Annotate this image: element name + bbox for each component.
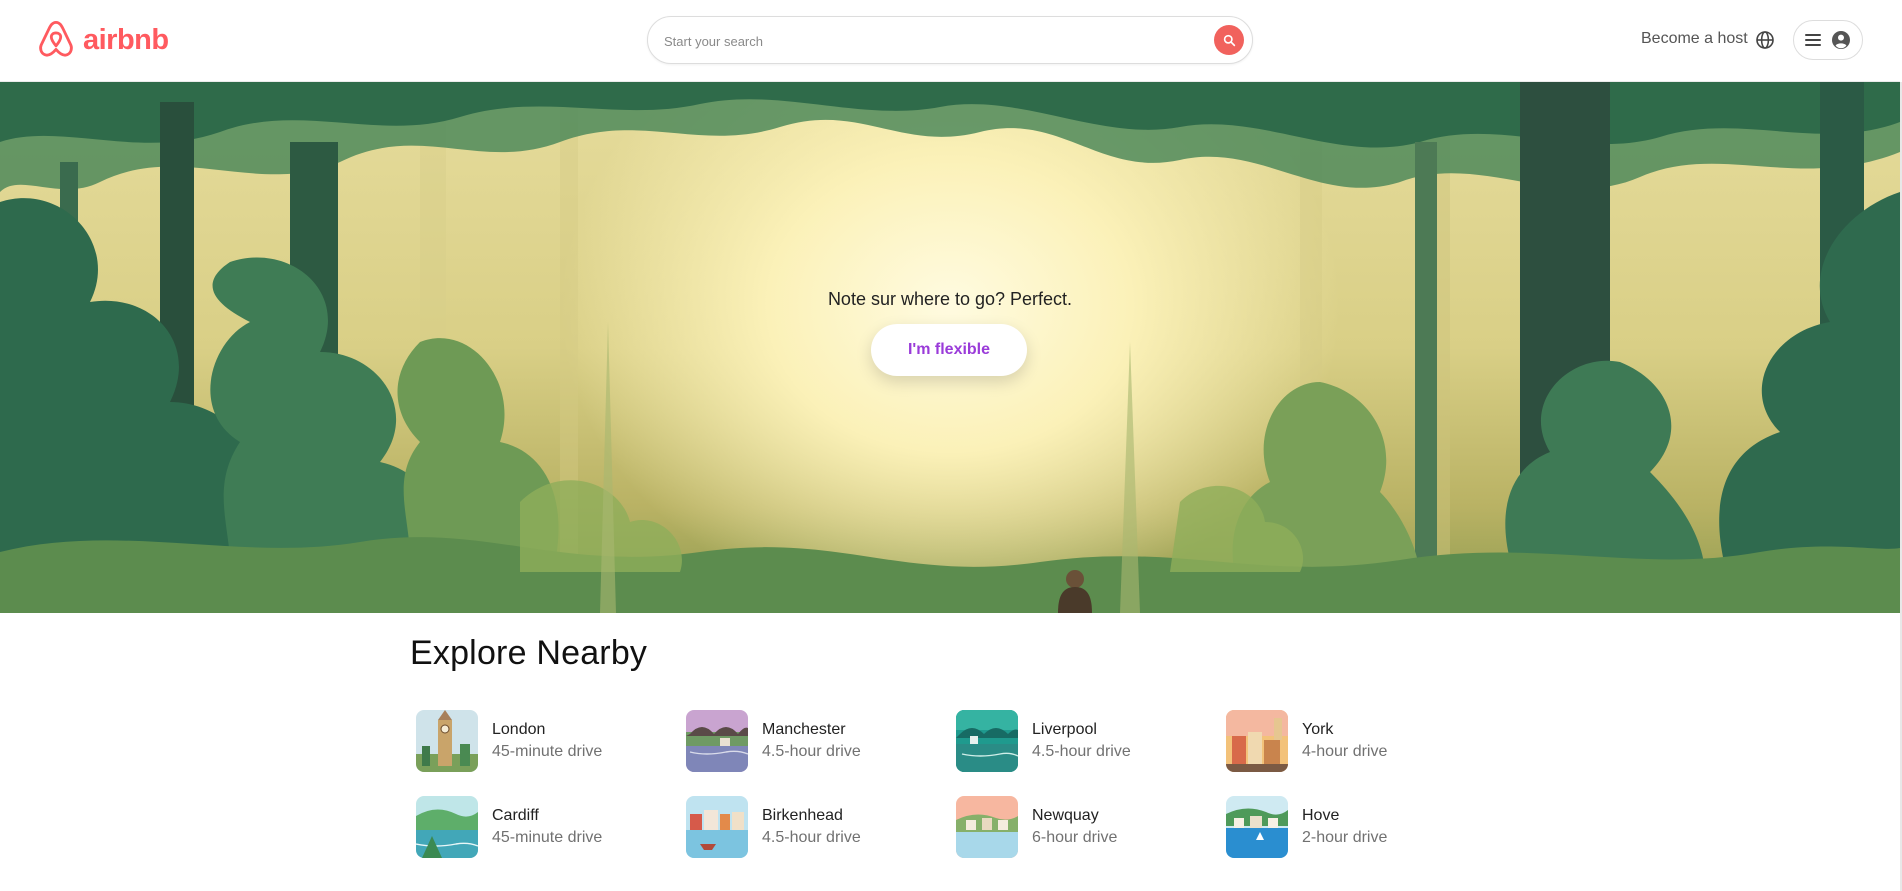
newquay-thumbnail	[956, 796, 1018, 858]
place-card-hove[interactable]: Hove 2-hour drive	[1226, 796, 1466, 858]
place-card-york[interactable]: York 4-hour drive	[1226, 710, 1466, 772]
place-card-manchester[interactable]: Manchester 4.5-hour drive	[686, 710, 926, 772]
hero-banner: Note sur where to go? Perfect. I'm flexi…	[0, 82, 1900, 613]
cardiff-thumbnail	[416, 796, 478, 858]
birkenhead-thumbnail	[686, 796, 748, 858]
language-button[interactable]	[1753, 28, 1777, 52]
place-distance: 4.5-hour drive	[1032, 743, 1131, 760]
search-input[interactable]	[664, 28, 1184, 54]
place-name: Liverpool	[1032, 721, 1097, 738]
airbnb-logo-icon	[39, 20, 73, 57]
place-name: Manchester	[762, 721, 846, 738]
hove-thumbnail	[1226, 796, 1288, 858]
manchester-thumbnail	[686, 710, 748, 772]
hamburger-menu-icon	[1805, 34, 1821, 46]
airbnb-logo[interactable]: airbnb	[37, 20, 169, 60]
place-distance: 2-hour drive	[1302, 829, 1388, 846]
hero-tagline: Note sur where to go? Perfect.	[827, 289, 1073, 309]
place-card-newquay[interactable]: Newquay 6-hour drive	[956, 796, 1196, 858]
place-name: London	[492, 721, 546, 738]
liverpool-thumbnail	[956, 710, 1018, 772]
place-name: Hove	[1302, 807, 1340, 824]
place-card-cardiff[interactable]: Cardiff 45-minute drive	[416, 796, 656, 858]
brand-name: airbnb	[83, 23, 169, 56]
user-avatar-icon	[1832, 31, 1850, 49]
place-distance: 45-minute drive	[492, 743, 603, 760]
search-icon	[1223, 34, 1235, 46]
top-navbar: airbnb Become a host	[0, 0, 1900, 82]
place-name: Cardiff	[492, 807, 539, 824]
search-button[interactable]	[1214, 25, 1244, 55]
place-name: Newquay	[1032, 807, 1099, 824]
place-distance: 45-minute drive	[492, 829, 603, 846]
place-distance: 4.5-hour drive	[762, 743, 861, 760]
profile-menu-button[interactable]	[1793, 20, 1863, 60]
explore-nearby-grid: London 45-minute drive Manchester 4.5-ho…	[416, 710, 1496, 860]
search-bar	[647, 16, 1253, 64]
place-distance: 4.5-hour drive	[762, 829, 861, 846]
place-card-london[interactable]: London 45-minute drive	[416, 710, 656, 772]
explore-nearby-heading: Explore Nearby	[410, 634, 648, 672]
london-thumbnail	[416, 710, 478, 772]
globe-icon	[1756, 31, 1774, 49]
place-name: Birkenhead	[762, 807, 843, 824]
place-distance: 4-hour drive	[1302, 743, 1388, 760]
place-distance: 6-hour drive	[1032, 829, 1118, 846]
place-card-liverpool[interactable]: Liverpool 4.5-hour drive	[956, 710, 1196, 772]
im-flexible-button[interactable]: I'm flexible	[871, 324, 1027, 376]
place-name: York	[1302, 721, 1334, 738]
place-card-birkenhead[interactable]: Birkenhead 4.5-hour drive	[686, 796, 926, 858]
become-a-host-link[interactable]: Become a host	[1641, 30, 1748, 48]
york-thumbnail	[1226, 710, 1288, 772]
